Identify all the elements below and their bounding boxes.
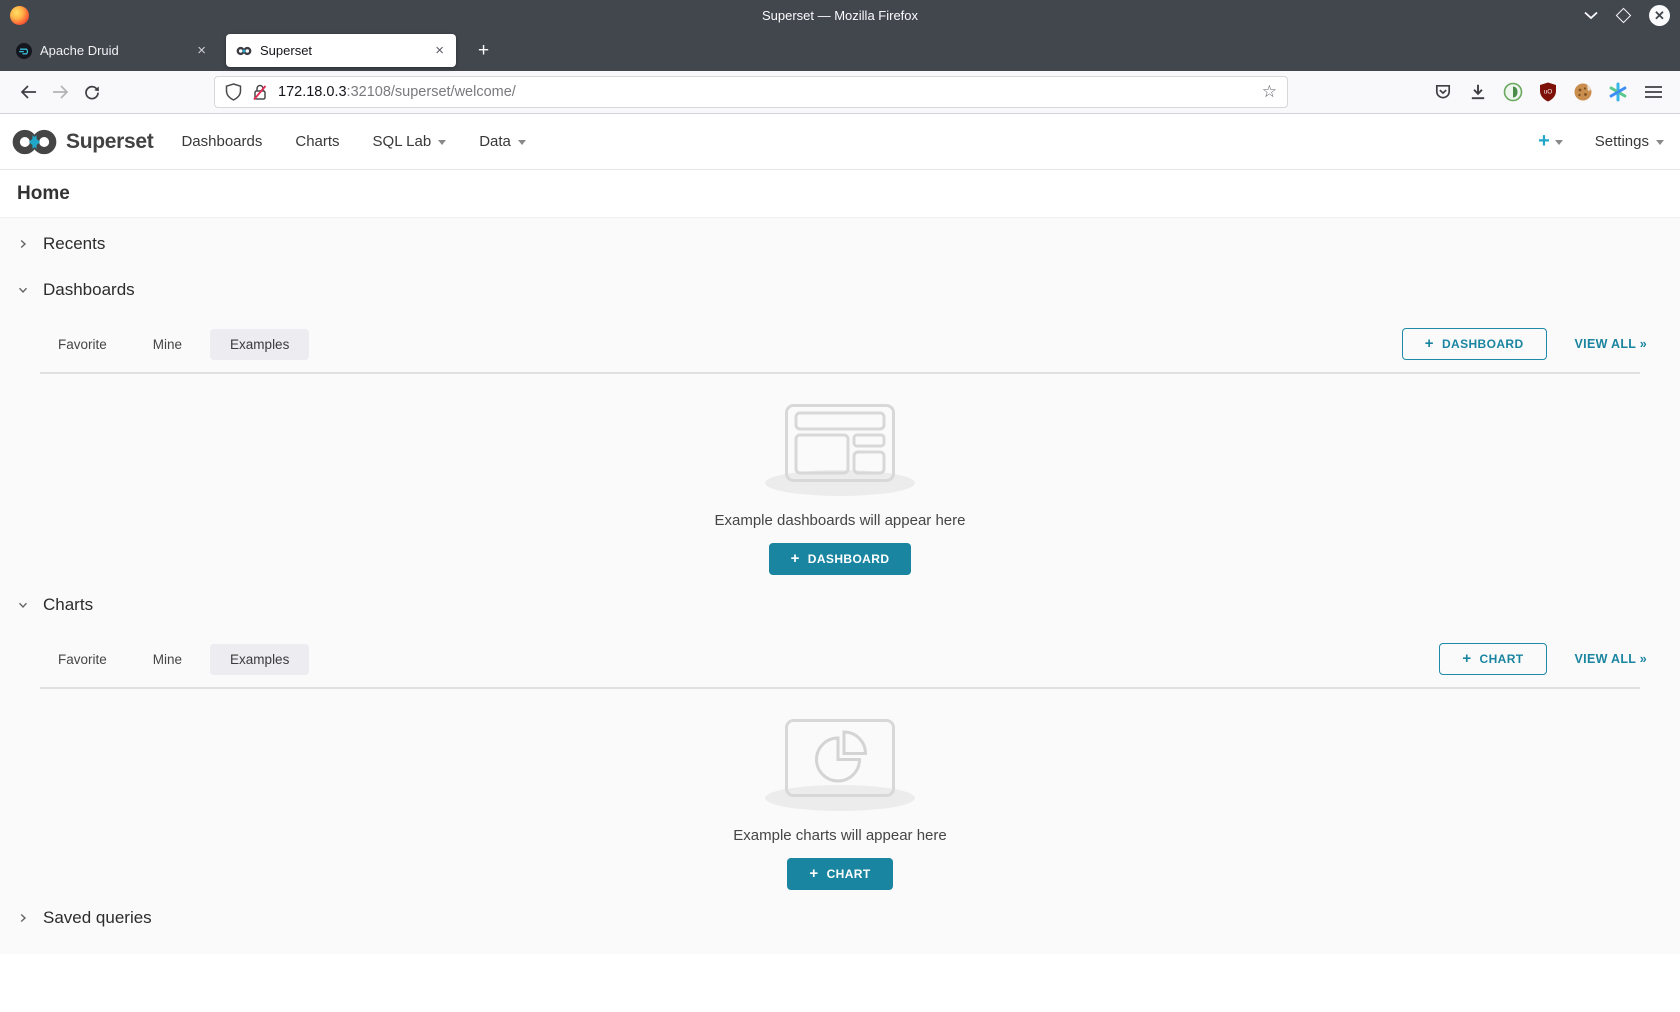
minimize-button[interactable] (1584, 11, 1598, 20)
create-chart-button[interactable]: +CHART (787, 858, 892, 890)
back-button[interactable] (12, 76, 44, 108)
tab-favorite[interactable]: Favorite (58, 652, 107, 667)
section-saved-queries[interactable]: Saved queries (0, 896, 1680, 940)
empty-dashboards-text: Example dashboards will appear here (715, 512, 966, 529)
url-bar[interactable]: 172.18.0.3:32108/superset/welcome/ ☆ (214, 76, 1288, 108)
browser-toolbar: 172.18.0.3:32108/superset/welcome/ ☆ uO (0, 71, 1680, 114)
browser-tab-superset[interactable]: Superset × (226, 34, 456, 67)
page-title: Home (17, 183, 70, 205)
pocket-save-icon[interactable] (1432, 81, 1454, 103)
new-chart-button[interactable]: +CHART (1439, 643, 1546, 675)
url-text: 172.18.0.3:32108/superset/welcome/ (278, 84, 1254, 100)
dashboards-empty-state: Example dashboards will appear here +DAS… (0, 374, 1680, 575)
tab-close-icon[interactable]: × (433, 43, 446, 58)
bookmark-star-icon[interactable]: ☆ (1262, 82, 1277, 102)
nav-item-charts[interactable]: Charts (295, 133, 339, 150)
plus-icon: + (1425, 335, 1434, 352)
welcome-content: Recents Dashboards Favorite Mine Example… (0, 217, 1680, 954)
chevron-down-icon (17, 284, 29, 296)
close-icon[interactable]: ✕ (1649, 5, 1670, 26)
view-all-charts-link[interactable]: VIEW ALL » (1575, 652, 1647, 666)
browser-window: Superset — Mozilla Firefox ✕ Apache Drui… (0, 0, 1680, 1012)
new-item-menu[interactable]: + (1538, 130, 1563, 153)
plus-icon: + (809, 865, 818, 882)
browser-tabstrip: Apache Druid × Superset × + (0, 30, 1680, 71)
new-tab-button[interactable]: + (472, 39, 495, 62)
chevron-down-icon (518, 140, 526, 145)
forward-button[interactable] (44, 76, 76, 108)
chevron-down-icon (1555, 140, 1563, 145)
reload-button[interactable] (76, 76, 108, 108)
tab-close-icon[interactable]: × (195, 43, 208, 58)
nav-item-dashboards[interactable]: Dashboards (181, 133, 262, 150)
chevron-right-icon (17, 912, 29, 924)
section-charts[interactable]: Charts (0, 583, 1680, 627)
tab-mine[interactable]: Mine (153, 337, 182, 352)
charts-controls: Favorite Mine Examples +CHART VIEW ALL » (0, 643, 1680, 675)
firefox-logo-icon (10, 6, 29, 25)
druid-favicon-icon (16, 43, 32, 59)
charts-empty-state: Example charts will appear here +CHART (0, 689, 1680, 890)
plus-icon: + (791, 550, 800, 567)
window-title: Superset — Mozilla Firefox (0, 8, 1680, 23)
brand-name: Superset (66, 130, 153, 154)
menu-hamburger-icon[interactable] (1642, 81, 1664, 103)
tab-label: Superset (260, 43, 433, 58)
dashboards-controls: Favorite Mine Examples +DASHBOARD VIEW A… (0, 328, 1680, 360)
superset-favicon-icon (236, 43, 252, 59)
section-dashboards[interactable]: Dashboards (0, 268, 1680, 312)
create-dashboard-button[interactable]: +DASHBOARD (769, 543, 912, 575)
superset-logo[interactable]: Superset (11, 128, 153, 156)
tab-examples[interactable]: Examples (210, 329, 309, 360)
tab-examples[interactable]: Examples (210, 644, 309, 675)
maximize-button[interactable] (1616, 7, 1632, 23)
empty-charts-text: Example charts will appear here (733, 827, 946, 844)
tab-mine[interactable]: Mine (153, 652, 182, 667)
ublock-icon[interactable]: uO (1537, 81, 1559, 103)
downloads-icon[interactable] (1467, 81, 1489, 103)
chart-placeholder-image (785, 719, 895, 797)
chevron-down-icon (17, 599, 29, 611)
tab-label: Apache Druid (40, 43, 195, 58)
settings-menu[interactable]: Settings (1595, 133, 1664, 150)
browser-tab-druid[interactable]: Apache Druid × (6, 34, 218, 67)
dashboard-placeholder-image (785, 404, 895, 482)
plus-icon: + (1538, 130, 1550, 153)
section-recents[interactable]: Recents (0, 224, 1680, 264)
chevron-down-icon (1656, 140, 1664, 145)
url-host: 172.18.0.3 (278, 84, 347, 100)
extension-green-icon[interactable] (1502, 81, 1524, 103)
superset-navbar: Superset Dashboards Charts SQL Lab Data … (0, 114, 1680, 170)
new-dashboard-button[interactable]: +DASHBOARD (1402, 328, 1547, 360)
view-all-dashboards-link[interactable]: VIEW ALL » (1575, 337, 1647, 351)
tab-favorite[interactable]: Favorite (58, 337, 107, 352)
superset-logo-icon (11, 128, 58, 156)
insecure-lock-icon[interactable] (252, 83, 268, 101)
nav-item-data[interactable]: Data (479, 133, 526, 150)
window-titlebar: Superset — Mozilla Firefox ✕ (0, 0, 1680, 30)
svg-text:uO: uO (1544, 89, 1553, 96)
chevron-right-icon (17, 238, 29, 250)
extension-asterisk-icon[interactable] (1607, 81, 1629, 103)
page-header: Home (0, 170, 1680, 217)
tracking-shield-icon[interactable] (225, 83, 242, 101)
url-path: :32108/superset/welcome/ (347, 84, 516, 100)
nav-item-sql-lab[interactable]: SQL Lab (373, 133, 447, 150)
chevron-down-icon (438, 140, 446, 145)
cookie-extension-icon[interactable] (1572, 81, 1594, 103)
plus-icon: + (1462, 650, 1471, 667)
